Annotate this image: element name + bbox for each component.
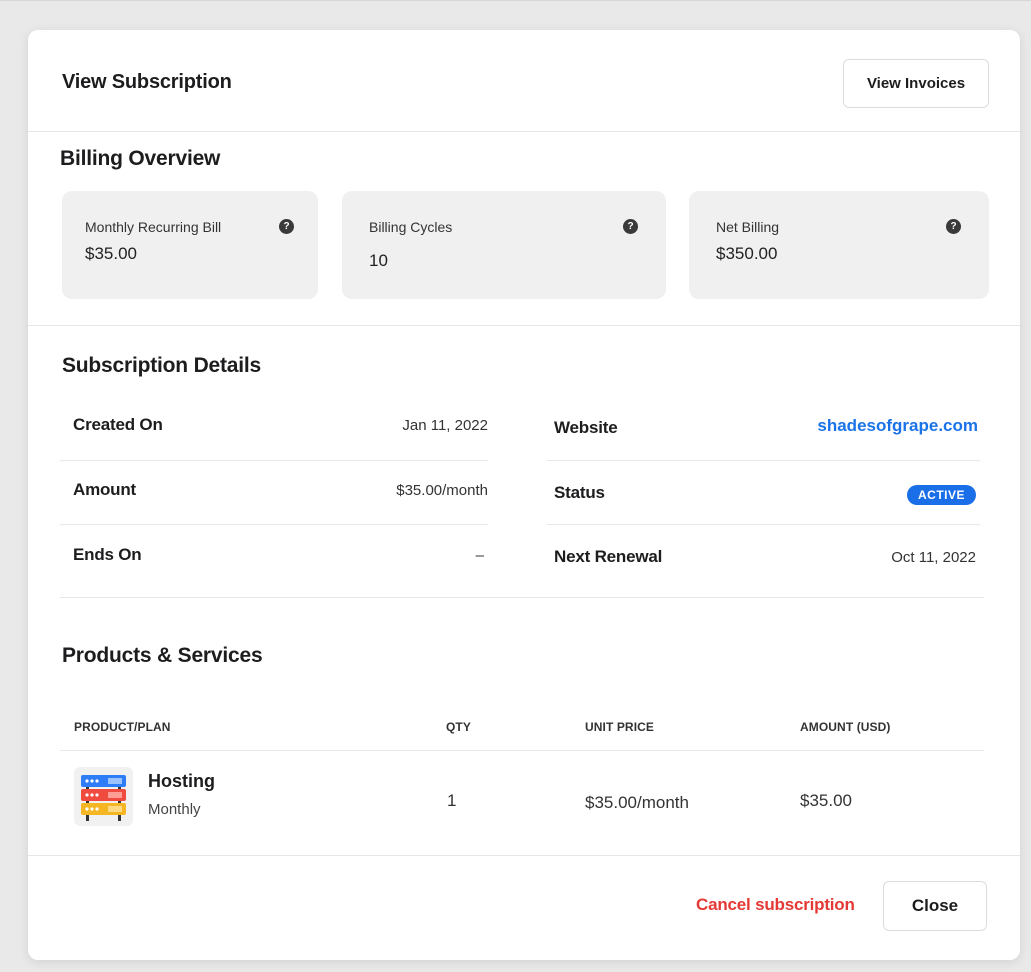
billing-cycles-card: Billing Cycles 10 ? xyxy=(342,191,666,299)
detail-row-next-renewal: Next Renewal Oct 11, 2022 xyxy=(547,524,980,588)
net-billing-card: Net Billing $350.00 ? xyxy=(689,191,989,299)
detail-label: Website xyxy=(554,418,618,437)
detail-row-website: Website shadesofgrape.com xyxy=(547,395,980,459)
section-divider xyxy=(28,325,1020,326)
website-link[interactable]: shadesofgrape.com xyxy=(817,416,978,436)
question-circle-icon[interactable]: ? xyxy=(279,219,294,234)
close-button[interactable]: Close xyxy=(883,881,987,931)
detail-label: Ends On xyxy=(73,545,142,564)
backdrop-edge xyxy=(0,0,1031,1)
status-badge: ACTIVE xyxy=(906,485,976,505)
column-header-product: PRODUCT/PLAN xyxy=(74,720,171,734)
monthly-recurring-bill-card: Monthly Recurring Bill $35.00 ? xyxy=(62,191,318,299)
server-stack-icon xyxy=(74,767,133,826)
modal-title: View Subscription xyxy=(62,71,232,93)
section-divider xyxy=(60,597,984,598)
column-header-unit-price: UNIT PRICE xyxy=(585,720,655,734)
card-label: Monthly Recurring Bill xyxy=(85,219,222,235)
product-qty: 1 xyxy=(447,791,457,810)
billing-overview-title: Billing Overview xyxy=(60,147,221,170)
detail-label: Created On xyxy=(73,415,163,434)
question-circle-icon[interactable]: ? xyxy=(946,219,961,234)
product-amount: $35.00 xyxy=(800,791,852,810)
detail-label: Next Renewal xyxy=(554,547,663,566)
detail-row-status: Status ACTIVE xyxy=(547,460,980,524)
question-circle-icon[interactable]: ? xyxy=(623,219,638,234)
detail-value: Oct 11, 2022 xyxy=(891,549,976,566)
cancel-subscription-button[interactable]: Cancel subscription xyxy=(696,895,855,915)
subscription-details-title: Subscription Details xyxy=(62,354,262,377)
card-value: $350.00 xyxy=(716,244,778,263)
footer-divider xyxy=(28,855,1020,856)
modal-header: View Subscription View Invoices xyxy=(28,30,1020,132)
product-plan: Monthly xyxy=(148,801,201,818)
status-badge-wrap: ACTIVE xyxy=(906,485,976,505)
product-name: Hosting xyxy=(148,771,215,791)
detail-row-created-on: Created On Jan 11, 2022 xyxy=(60,395,488,459)
view-invoices-button[interactable]: View Invoices xyxy=(843,59,989,108)
card-value: 10 xyxy=(369,251,388,270)
detail-value: Jan 11, 2022 xyxy=(402,417,488,434)
products-services-title: Products & Services xyxy=(62,644,263,667)
card-label: Net Billing xyxy=(716,219,780,235)
column-header-qty: QTY xyxy=(446,720,471,734)
column-header-amount: AMOUNT (USD) xyxy=(800,720,891,734)
card-label: Billing Cycles xyxy=(369,219,453,235)
detail-label: Status xyxy=(554,483,605,502)
detail-row-amount: Amount $35.00/month xyxy=(60,460,488,524)
subscription-modal: View Subscription View Invoices Billing … xyxy=(28,30,1020,960)
detail-value: – xyxy=(475,547,484,564)
product-unit-price: $35.00/month xyxy=(585,793,689,812)
card-value: $35.00 xyxy=(85,244,137,263)
detail-label: Amount xyxy=(73,480,137,499)
detail-row-ends-on: Ends On – xyxy=(60,524,488,588)
detail-value: $35.00/month xyxy=(396,482,488,499)
table-header-divider xyxy=(60,750,984,751)
